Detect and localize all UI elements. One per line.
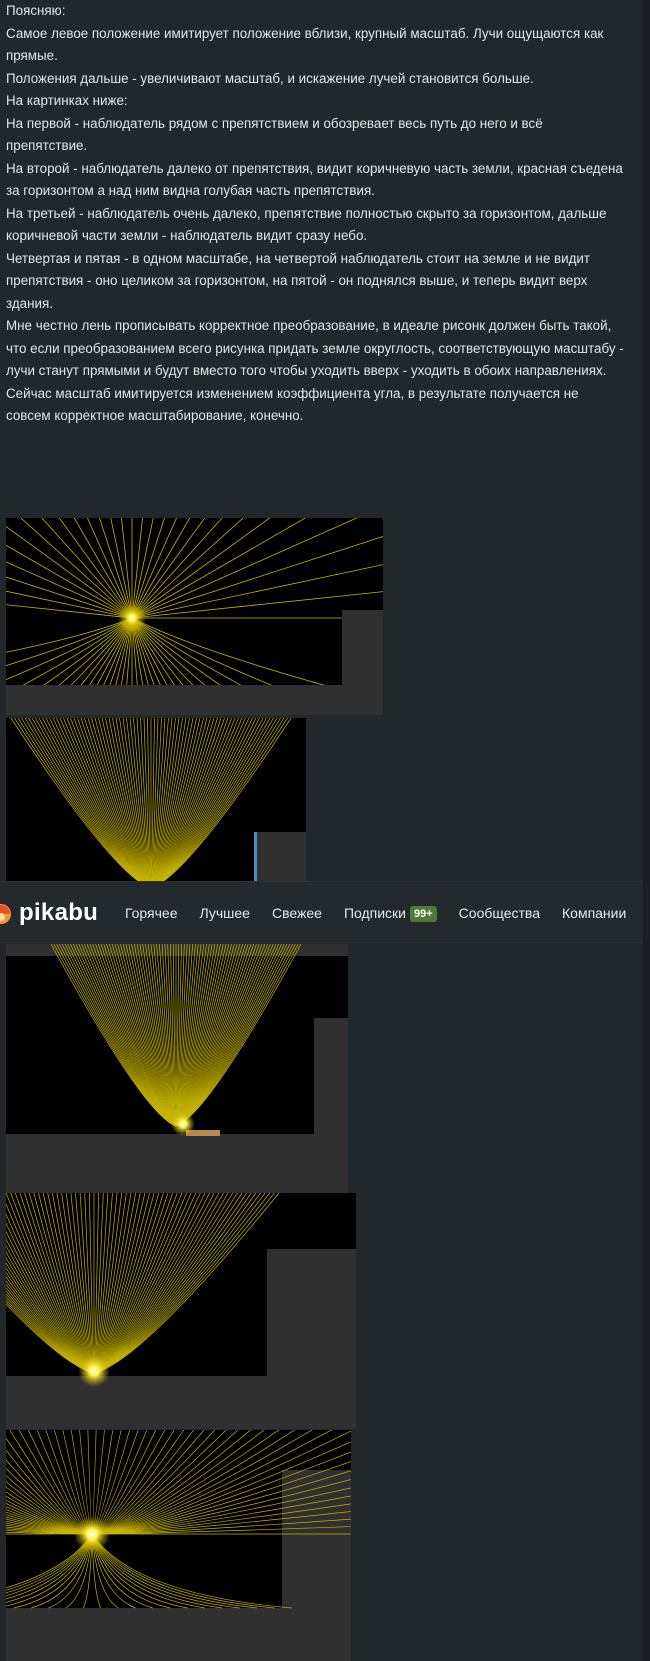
ray-figure-4[interactable] <box>6 1430 351 1661</box>
paragraph: На второй - наблюдатель далеко от препят… <box>6 160 627 199</box>
nav-communities[interactable]: Сообщества <box>459 882 540 944</box>
ray-figure-3[interactable] <box>6 1193 356 1429</box>
ray-figure-2-lower[interactable] <box>6 944 348 1193</box>
main-nav: Горячее Лучшее Свежее Подписки 99+ Сообще… <box>125 882 648 944</box>
paragraph: На первой - наблюдатель рядом с препятст… <box>6 115 547 154</box>
ray-figure-2[interactable] <box>6 718 306 882</box>
article-text: Поясняю: Самое левое положение имитирует… <box>6 0 626 428</box>
logo-text: pikabu <box>19 899 99 926</box>
site-header: pikabu Горячее Лучшее Свежее Подписки 99+… <box>0 881 650 943</box>
scrollbar[interactable] <box>643 0 650 1661</box>
pikabu-logo[interactable]: pikabu <box>0 896 98 930</box>
paragraph: Самое левое положение имитирует положени… <box>6 25 608 64</box>
paragraph: Четвертая и пятая - в одном масштабе, на… <box>6 250 594 311</box>
ray-figure-1[interactable] <box>6 518 383 715</box>
subscriptions-badge: 99+ <box>410 906 437 922</box>
nav-subscriptions[interactable]: Подписки 99+ <box>344 882 437 944</box>
paragraph: На картинках ниже: <box>6 93 128 108</box>
paragraph: На третьей - наблюдатель очень далеко, п… <box>6 205 611 244</box>
paragraph: Положения дальше - увеличивают масштаб, … <box>6 70 534 86</box>
paragraph: Мне честно лень прописывать корректное п… <box>6 318 628 423</box>
nav-hot[interactable]: Горячее <box>125 882 178 944</box>
pikabu-logo-icon <box>0 904 11 924</box>
nav-subscriptions-label: Подписки <box>343 905 406 921</box>
nav-fresh[interactable]: Свежее <box>272 882 322 944</box>
paragraph: Поясняю: <box>6 3 66 18</box>
nav-best[interactable]: Лучшее <box>200 882 250 944</box>
nav-companies[interactable]: Компании <box>562 882 626 944</box>
